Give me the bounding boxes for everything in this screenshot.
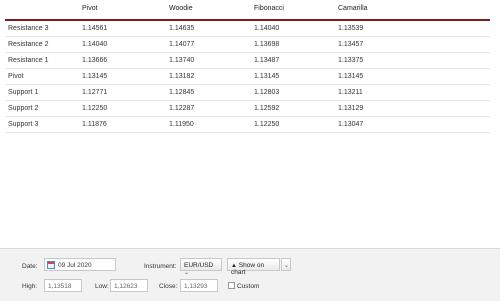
pivot-value: 1.12250 xyxy=(82,105,108,112)
column-header-fibonacci: Fibonacci xyxy=(254,5,284,12)
woodie-value: 1.13182 xyxy=(169,73,195,80)
instrument-value: EUR/USD xyxy=(184,262,214,269)
camarilla-value: 1.13539 xyxy=(338,25,364,32)
instrument-label: Instrument: xyxy=(144,263,177,270)
pivot-value: 1.14561 xyxy=(82,25,108,32)
close-value: 1,13293 xyxy=(184,283,208,290)
camarilla-value: 1.13211 xyxy=(338,89,363,96)
pivot-value: 1.11876 xyxy=(82,121,107,128)
column-header-pivot: Pivot xyxy=(82,5,98,12)
date-value: 09 Jul 2020 xyxy=(58,262,92,269)
high-label: High: xyxy=(22,283,38,290)
low-label: Low: xyxy=(95,283,109,290)
column-header-camarilla: Camarilla xyxy=(338,5,368,12)
woodie-value: 1.11950 xyxy=(169,121,194,128)
table-row: Support 3 1.11876 1.11950 1.12250 1.1304… xyxy=(5,117,490,133)
show-on-chart-dropdown[interactable]: ⌄ xyxy=(281,258,291,271)
table-row: Support 2 1.12250 1.12287 1.12592 1.1312… xyxy=(5,101,490,117)
table-row: Resistance 2 1.14040 1.14077 1.13698 1.1… xyxy=(5,37,490,53)
pivot-value: 1.14040 xyxy=(82,41,108,48)
date-label: Date: xyxy=(22,263,38,270)
chevron-down-icon: ⌄ xyxy=(284,263,290,269)
pivot-value: 1.13666 xyxy=(82,57,108,64)
woodie-value: 1.12287 xyxy=(169,105,195,112)
pivot-points-table: Pivot Woodie Fibonacci Camarilla Resista… xyxy=(5,0,490,133)
woodie-value: 1.12845 xyxy=(169,89,195,96)
camarilla-value: 1.13375 xyxy=(338,57,364,64)
pivot-value: 1.12771 xyxy=(82,89,108,96)
control-panel: Date: 09 Jul 2020 Instrument: EUR/USD ⌄ … xyxy=(0,248,500,301)
row-label: Resistance 2 xyxy=(8,41,49,48)
fibonacci-value: 1.12592 xyxy=(254,105,280,112)
table-row: Resistance 1 1.13666 1.13740 1.13487 1.1… xyxy=(5,53,490,69)
fibonacci-value: 1.12803 xyxy=(254,89,280,96)
camarilla-value: 1.13047 xyxy=(338,121,364,128)
fibonacci-value: 1.14040 xyxy=(254,25,280,32)
fibonacci-value: 1.13145 xyxy=(254,73,280,80)
instrument-select[interactable]: EUR/USD ⌄ xyxy=(180,258,222,276)
close-input[interactable]: 1,13293 xyxy=(180,279,218,292)
row-label: Support 2 xyxy=(8,105,39,112)
row-label: Support 1 xyxy=(8,89,39,96)
calendar-icon[interactable] xyxy=(47,261,55,269)
fibonacci-value: 1.13487 xyxy=(254,57,280,64)
custom-label: Custom xyxy=(237,283,260,290)
woodie-value: 1.14077 xyxy=(169,41,195,48)
camarilla-value: 1.13457 xyxy=(338,41,364,48)
fibonacci-value: 1.12250 xyxy=(254,121,280,128)
woodie-value: 1.14635 xyxy=(169,25,195,32)
table-header: Pivot Woodie Fibonacci Camarilla xyxy=(5,0,490,21)
show-on-chart-button[interactable]: ▲ Show on chart xyxy=(227,258,280,276)
table-row: Support 1 1.12771 1.12845 1.12803 1.1321… xyxy=(5,85,490,101)
chevron-down-icon: ⌄ xyxy=(184,270,190,276)
column-header-woodie: Woodie xyxy=(169,5,193,12)
row-label: Resistance 3 xyxy=(8,25,49,32)
row-label: Pivot xyxy=(8,73,24,80)
table-row: Resistance 3 1.14561 1.14635 1.14040 1.1… xyxy=(5,21,490,37)
high-value: 1,13518 xyxy=(48,283,72,290)
high-input[interactable]: 1,13518 xyxy=(44,279,82,292)
row-label: Support 3 xyxy=(8,121,39,128)
low-value: 1,12623 xyxy=(114,283,138,290)
close-label: Close: xyxy=(159,283,178,290)
pivot-value: 1.13145 xyxy=(82,73,108,80)
date-input[interactable]: 09 Jul 2020 xyxy=(44,258,116,271)
camarilla-value: 1.13129 xyxy=(338,105,364,112)
woodie-value: 1.13740 xyxy=(169,57,195,64)
low-input[interactable]: 1,12623 xyxy=(110,279,148,292)
custom-checkbox[interactable] xyxy=(228,282,235,289)
row-label: Resistance 1 xyxy=(8,57,49,64)
table-row: Pivot 1.13145 1.13182 1.13145 1.13145 xyxy=(5,69,490,85)
camarilla-value: 1.13145 xyxy=(338,73,364,80)
fibonacci-value: 1.13698 xyxy=(254,41,280,48)
